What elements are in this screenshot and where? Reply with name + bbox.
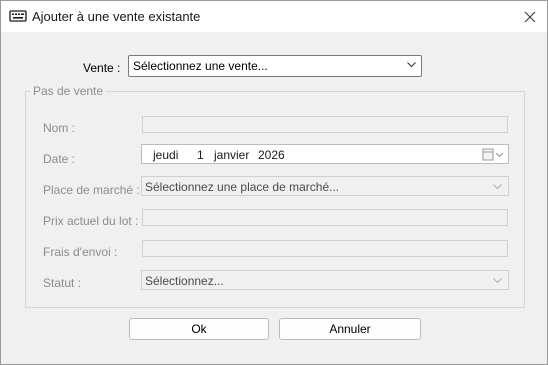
chevron-down-icon	[493, 184, 502, 190]
nom-field[interactable]	[142, 116, 508, 133]
title-bar: Ajouter à une vente existante	[1, 1, 547, 32]
place-label: Place de marché :	[43, 183, 140, 197]
date-weekday: jeudi	[153, 148, 179, 162]
statut-select[interactable]: Sélectionnez...	[141, 270, 509, 290]
chevron-down-icon	[407, 62, 416, 68]
place-select[interactable]: Sélectionnez une place de marché...	[141, 176, 509, 196]
date-month: janvier	[214, 148, 250, 162]
date-label: Date :	[43, 152, 76, 166]
ok-button[interactable]: Ok	[129, 318, 269, 340]
keyboard-icon	[9, 10, 27, 22]
statut-select-value: Sélectionnez...	[145, 274, 224, 288]
vente-label: Vente :	[83, 61, 121, 75]
close-button[interactable]	[513, 1, 547, 32]
chevron-down-icon	[493, 278, 502, 284]
calendar-icon[interactable]	[482, 148, 504, 161]
date-year: 2026	[258, 148, 285, 162]
frais-label: Frais d'envoi :	[43, 245, 118, 259]
dialog-window: Ajouter à une vente existante Vente : Sé…	[0, 0, 548, 365]
prix-field[interactable]	[142, 209, 508, 226]
nom-label: Nom :	[43, 121, 76, 135]
statut-label: Statut :	[43, 276, 82, 290]
date-picker[interactable]: jeudi 1 janvier 2026	[141, 144, 509, 164]
vente-select-value: Sélectionnez une vente...	[133, 59, 268, 73]
close-icon	[524, 11, 536, 22]
date-day: 1	[197, 148, 204, 162]
group-legend: Pas de vente	[30, 84, 107, 98]
window-title: Ajouter à une vente existante	[32, 9, 201, 24]
vente-select[interactable]: Sélectionnez une vente...	[128, 55, 422, 77]
frais-field[interactable]	[142, 240, 508, 257]
prix-label: Prix actuel du lot :	[43, 214, 139, 228]
place-select-value: Sélectionnez une place de marché...	[145, 180, 340, 194]
cancel-button[interactable]: Annuler	[279, 318, 421, 340]
